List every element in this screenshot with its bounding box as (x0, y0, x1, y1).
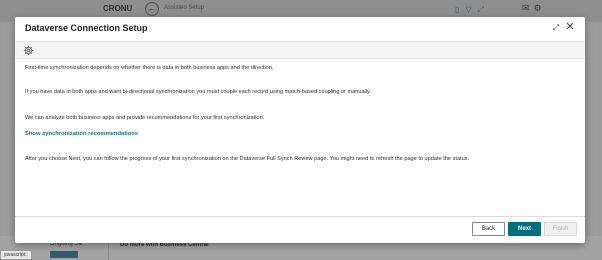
analyze-paragraph: We can analyze both business apps and pr… (25, 115, 265, 121)
show-recommendations-link[interactable]: Show synchronization recommendations (25, 131, 138, 137)
back-arrow-icon: ← (145, 2, 159, 16)
expand-icon[interactable]: ⤢ (550, 22, 562, 34)
page-action-icons: ▯▽⤢ (455, 5, 490, 14)
close-icon[interactable]: ✕ (564, 21, 576, 33)
intro-paragraph: First-time synchronization depends on wh… (25, 65, 274, 71)
company-name: CRONU (103, 4, 133, 13)
finish-button: Finish (544, 222, 577, 236)
dialog-toolbar (15, 41, 585, 59)
next-button[interactable]: Next (508, 222, 541, 236)
header-icons: ✉⚙ (522, 3, 546, 13)
dialog-title: Dataverse Connection Setup (25, 23, 148, 33)
footer-divider (15, 216, 585, 217)
gear-icon[interactable] (23, 45, 34, 56)
bidirectional-paragraph: If you have data in both apps and want b… (25, 89, 371, 95)
status-bar-url: javascript:; (0, 250, 32, 260)
ongoing-sales-bar (50, 251, 78, 258)
dialog-header: Dataverse Connection Setup ⤢ ✕ (15, 17, 585, 41)
breadcrumb: Assisted Setup (164, 5, 205, 11)
next-info-paragraph: After you choose Next, you can follow th… (25, 156, 470, 162)
dataverse-setup-dialog: Dataverse Connection Setup ⤢ ✕ First-tim… (15, 17, 585, 243)
back-button[interactable]: Back (472, 222, 505, 236)
